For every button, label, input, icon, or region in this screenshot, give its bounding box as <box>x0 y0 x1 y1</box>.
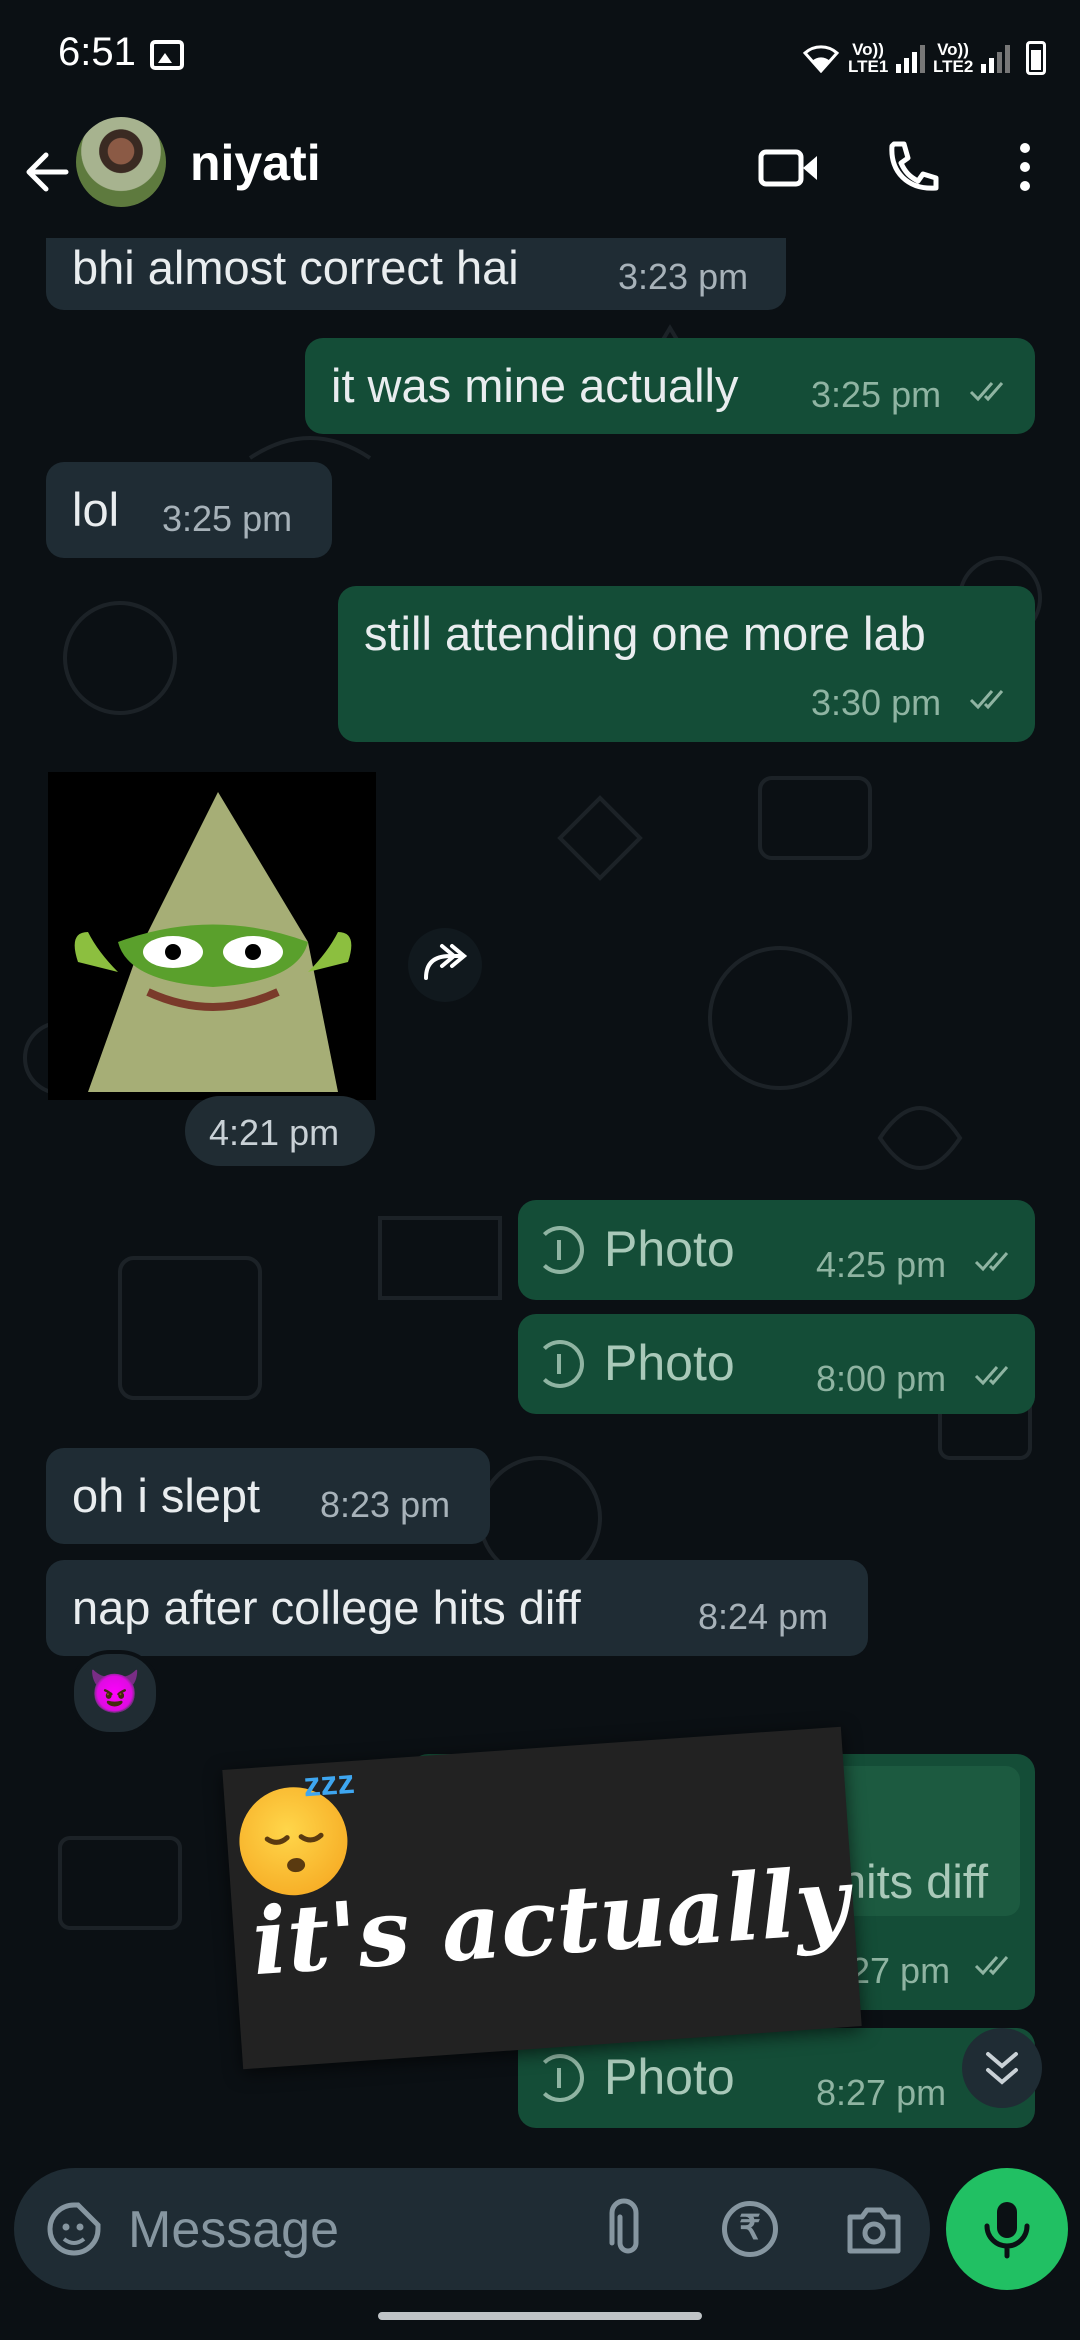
message-list[interactable]: bhi almost correct hai 3:23 pm it was mi… <box>0 238 1080 2158</box>
message-bubble-incoming[interactable]: lol 3:25 pm <box>46 462 332 558</box>
double-chevron-down-icon <box>986 2052 1018 2085</box>
forward-button[interactable] <box>408 928 482 1002</box>
sim1-label: Vo)) LTE1 <box>848 40 889 76</box>
message-time: 3:23 pm <box>618 256 749 297</box>
sticker-emoji-icon[interactable] <box>42 2197 106 2261</box>
wifi-icon <box>802 45 840 73</box>
video-call-icon[interactable] <box>755 132 825 202</box>
sim2-label: Vo)) LTE2 <box>933 40 974 76</box>
voice-call-icon[interactable] <box>878 132 948 202</box>
message-text: nap after college hits diff <box>72 1581 581 1634</box>
photo-label: Photo <box>604 1221 735 1277</box>
gallery-notification-icon <box>150 40 184 70</box>
rupee-symbol: ₹ <box>739 2209 761 2247</box>
message-time: 8:23 pm <box>320 1484 451 1525</box>
read-receipt-icon <box>969 382 1004 402</box>
message-text: lol <box>72 483 120 536</box>
message-bubble-incoming[interactable]: nap after college hits diff 8:24 pm <box>46 1560 868 1656</box>
message-text: hits diff <box>840 1855 989 1908</box>
pepe-sticker-image <box>74 792 352 1092</box>
home-gesture-pill[interactable] <box>378 2312 702 2320</box>
message-time: 8:00 pm <box>816 1358 947 1399</box>
read-receipt-icon <box>974 1366 1009 1386</box>
message-time: 4:25 pm <box>816 1244 947 1285</box>
system-navigation-bar <box>0 2290 1080 2340</box>
message-time: 4:21 pm <box>209 1112 340 1153</box>
message-time: 27 pm <box>850 1950 951 1991</box>
message-time: 3:30 pm <box>811 682 942 723</box>
message-text: bhi almost correct hai <box>72 241 519 294</box>
voice-message-button[interactable] <box>946 2168 1068 2290</box>
sticker-pepe[interactable] <box>48 772 376 1100</box>
message-text: still attending one more lab <box>364 607 926 660</box>
message-bubble-outgoing[interactable]: it was mine actually 3:25 pm <box>305 338 1035 434</box>
message-time: 3:25 pm <box>162 498 293 539</box>
signal-sim2-icon <box>981 43 1010 73</box>
read-receipt-icon <box>974 1956 1009 1976</box>
view-once-photo-icon <box>536 2054 584 2102</box>
message-bubble-photo[interactable]: Photo 8:00 pm <box>518 1314 1035 1414</box>
message-text: oh i slept <box>72 1469 261 1522</box>
scroll-to-bottom-button[interactable] <box>962 2028 1042 2108</box>
read-receipt-icon <box>969 690 1004 710</box>
back-arrow-icon[interactable] <box>18 142 78 202</box>
message-time: 8:27 pm <box>816 2072 947 2113</box>
signal-sim1-icon <box>896 43 925 73</box>
message-bubble-outgoing[interactable]: still attending one more lab 3:30 pm <box>338 586 1035 742</box>
zzz-label: zzz <box>302 1762 356 1805</box>
microphone-icon <box>984 2202 1030 2259</box>
screenshot-overlay-sticker: zzz it's actually <box>222 1726 862 2070</box>
battery-icon <box>1026 41 1046 75</box>
contact-name[interactable]: niyati <box>190 134 321 192</box>
forward-icon <box>424 944 468 980</box>
payment-rupee-icon[interactable]: ₹ <box>722 2201 778 2257</box>
message-reaction[interactable]: 😈 <box>70 1650 160 1736</box>
view-once-photo-icon <box>536 1226 584 1274</box>
attach-icon[interactable] <box>596 2197 660 2261</box>
message-bubble-photo[interactable]: Photo 4:25 pm <box>518 1200 1035 1300</box>
message-time: 8:24 pm <box>698 1596 829 1637</box>
view-once-photo-icon <box>536 1340 584 1388</box>
avatar[interactable] <box>76 117 166 207</box>
camera-icon[interactable] <box>842 2197 906 2261</box>
more-vert-icon[interactable] <box>990 132 1060 202</box>
message-input[interactable] <box>126 2198 630 2262</box>
status-indicators: Vo)) LTE1 Vo)) LTE2 <box>802 36 1046 80</box>
message-composer: ₹ <box>14 2168 930 2290</box>
photo-label: Photo <box>604 2049 735 2105</box>
message-bubble-incoming[interactable]: bhi almost correct hai 3:23 pm <box>46 238 786 310</box>
message-text: it was mine actually <box>331 359 739 412</box>
photo-label: Photo <box>604 1335 735 1391</box>
sticker-time-pill: 4:21 pm <box>185 1096 375 1166</box>
message-bubble-incoming[interactable]: oh i slept 8:23 pm <box>46 1448 490 1544</box>
status-bar: 6:51 Vo)) LTE1 Vo)) LTE2 <box>0 0 1080 112</box>
status-time: 6:51 <box>58 30 136 74</box>
message-time: 3:25 pm <box>811 374 942 415</box>
chat-header: niyati <box>0 112 1080 238</box>
read-receipt-icon <box>974 1252 1009 1272</box>
